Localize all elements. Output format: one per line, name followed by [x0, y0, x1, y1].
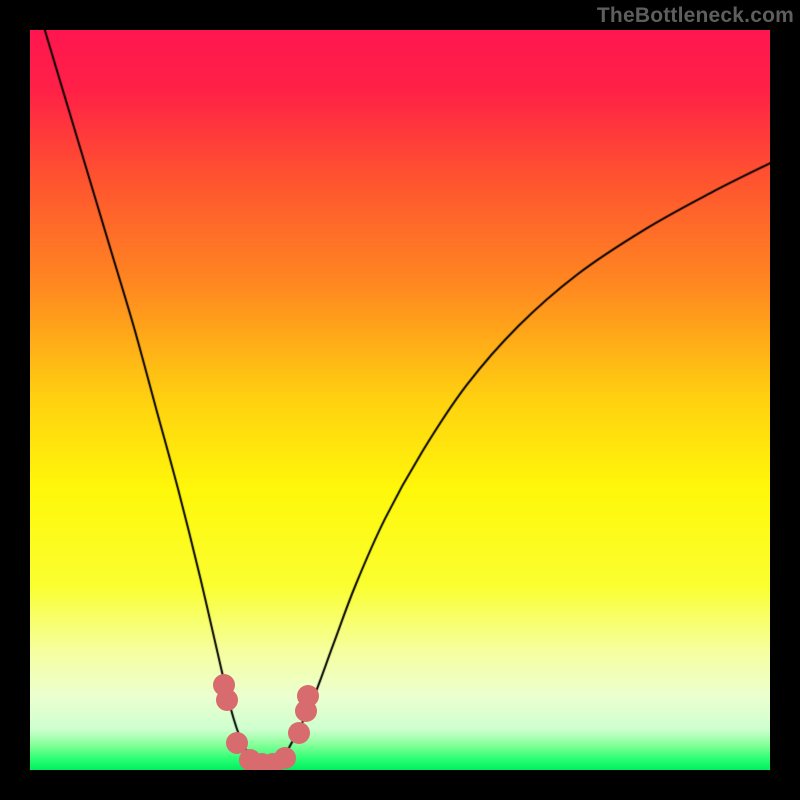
background-gradient [30, 30, 770, 770]
chart-frame: TheBottleneck.com [0, 0, 800, 800]
watermark-label: TheBottleneck.com [597, 4, 794, 28]
plot-area [30, 30, 770, 770]
